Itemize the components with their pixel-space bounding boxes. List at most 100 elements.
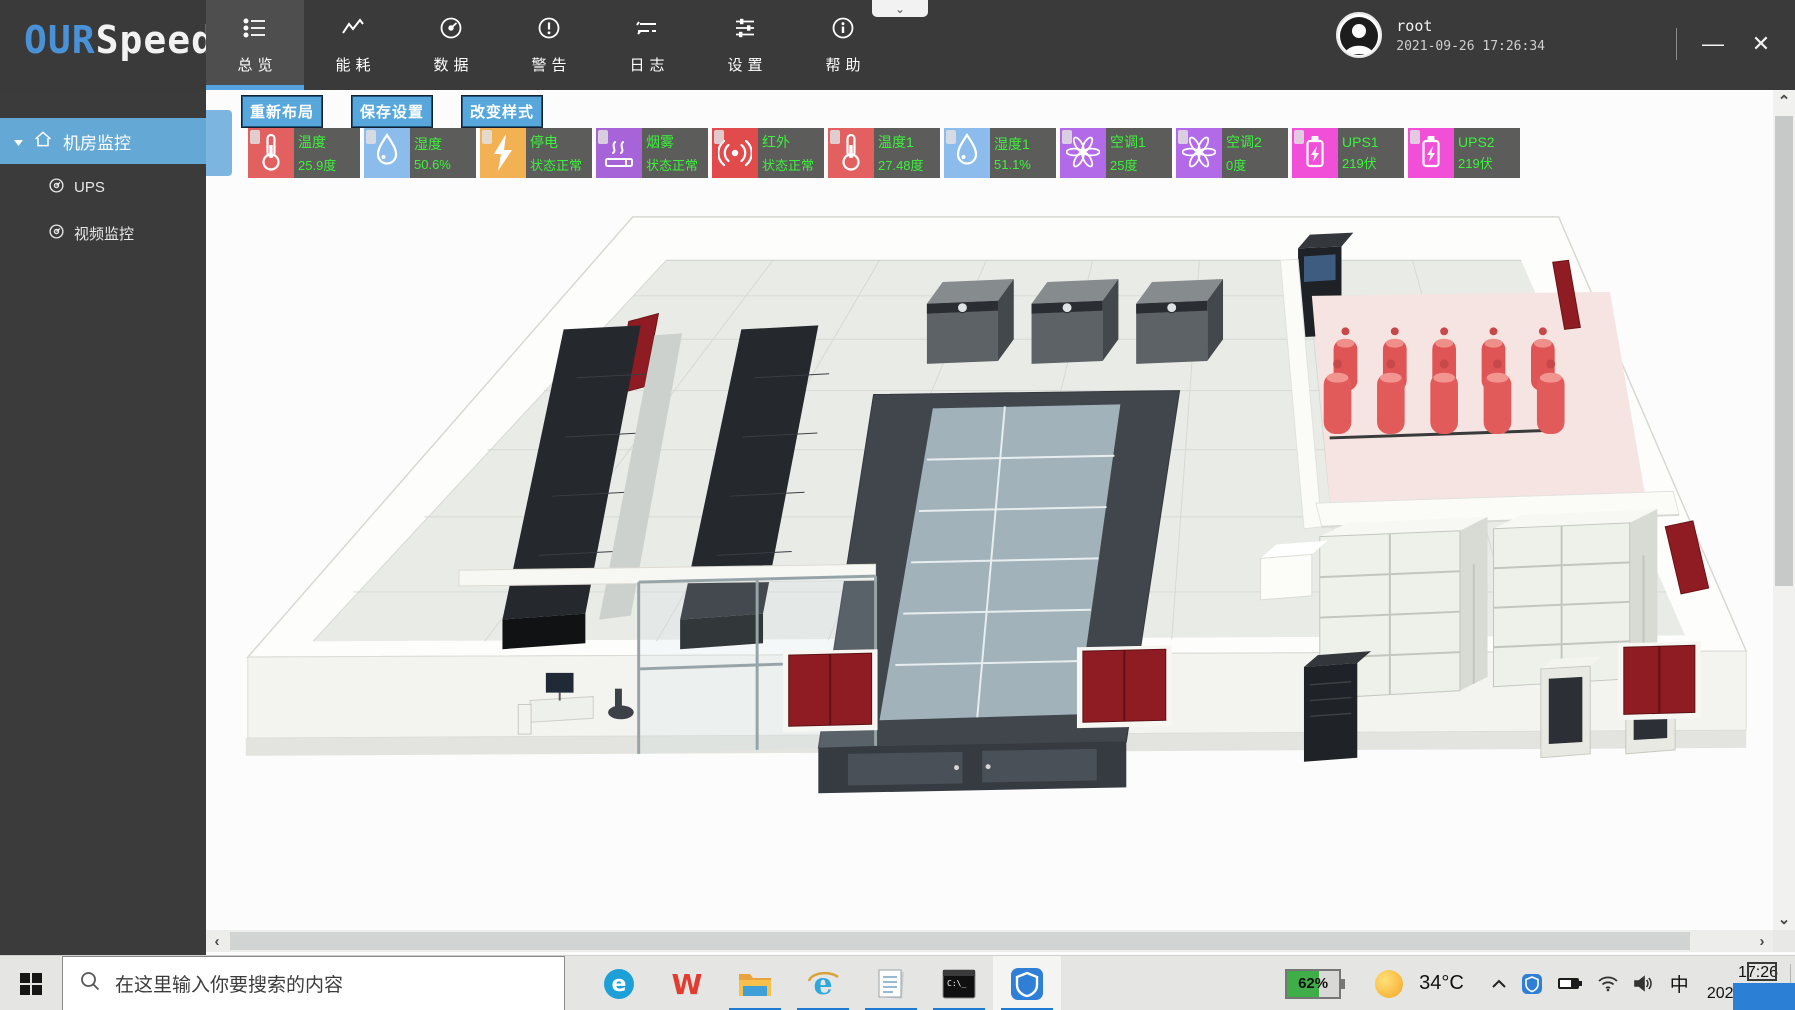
- log-icon: [634, 15, 660, 46]
- sensor-label: 烟雾: [646, 132, 708, 152]
- tab-overview[interactable]: 总览: [206, 0, 304, 90]
- sensor-value: 0度: [1226, 155, 1288, 174]
- sensor-badge-humidity[interactable]: 湿度50.6%: [364, 128, 476, 178]
- horizontal-scroll-thumb[interactable]: [230, 932, 1690, 950]
- svg-text:e: e: [612, 972, 627, 997]
- internet-explorer-icon[interactable]: e: [789, 956, 857, 1010]
- start-button[interactable]: [0, 956, 62, 1010]
- sensor-panel: 湿度151.1%: [990, 128, 1056, 178]
- scroll-down-icon[interactable]: ⌄: [1773, 908, 1795, 930]
- sensor-badge-ac1[interactable]: 空调125度: [1060, 128, 1172, 178]
- sensor-value: 27.48度: [878, 155, 940, 174]
- tab-data[interactable]: 数据: [402, 0, 500, 90]
- tab-settings[interactable]: 设置: [696, 0, 794, 90]
- sensor-value: 状态正常: [762, 155, 824, 174]
- thermometer-icon: [828, 128, 874, 178]
- sidebar-item-ups[interactable]: UPS: [0, 164, 206, 210]
- tray-expand-chevron-icon[interactable]: [1491, 978, 1507, 990]
- tab-energy[interactable]: 能耗: [304, 0, 402, 90]
- battery-percent-indicator[interactable]: 62%: [1285, 969, 1341, 999]
- sensor-badge-ac2[interactable]: 空调20度: [1176, 128, 1288, 178]
- sensor-badge-ups2[interactable]: UPS2 219伏: [1408, 128, 1520, 178]
- tab-alert[interactable]: 警告: [500, 0, 598, 90]
- water-drop-icon: [944, 128, 990, 178]
- tab-label: 设置: [727, 54, 767, 75]
- tab-label: 警告: [531, 54, 571, 75]
- sensor-tag: [946, 130, 956, 144]
- title-bar: OURSpeed 总览 能耗 数据 警告 日志 设置 帮助: [0, 0, 1795, 90]
- svg-text:C:\_: C:\_: [947, 979, 966, 988]
- sensor-value: 25度: [1110, 155, 1172, 174]
- infrared-icon: [712, 128, 758, 178]
- file-explorer-icon[interactable]: [721, 956, 789, 1010]
- ime-indicator[interactable]: 中: [1670, 970, 1689, 997]
- sensor-label: 空调1: [1110, 132, 1172, 152]
- vertical-scroll-thumb[interactable]: [1775, 116, 1793, 586]
- sensor-tag: [830, 130, 840, 144]
- scroll-left-icon[interactable]: ‹: [206, 930, 228, 952]
- weather-temp-label[interactable]: 34°C: [1419, 972, 1464, 995]
- sensor-value: 219伏: [1458, 153, 1520, 172]
- sensor-value: 状态正常: [530, 155, 592, 174]
- app-logo: OURSpeed: [24, 18, 215, 62]
- tab-log[interactable]: 日志: [598, 0, 696, 90]
- relayout-button[interactable]: 重新布局: [242, 96, 322, 127]
- taskbar-app-icons: e W e C:\_: [585, 956, 1061, 1010]
- sensor-value: 25.9度: [298, 155, 360, 174]
- fan-icon: [1060, 128, 1106, 178]
- command-prompt-icon[interactable]: C:\_: [925, 956, 993, 1010]
- wps-office-icon[interactable]: W: [653, 956, 721, 1010]
- sensor-badge-smoke[interactable]: 烟雾状态正常: [596, 128, 708, 178]
- sensor-panel: 红外状态正常: [758, 128, 824, 178]
- scroll-up-icon[interactable]: ⌃: [1773, 90, 1795, 112]
- sensor-badge-ups1[interactable]: UPS1219伏: [1292, 128, 1404, 178]
- notepad-icon[interactable]: [857, 956, 925, 1010]
- sidebar-item-video-monitoring[interactable]: 视频监控: [0, 210, 206, 256]
- tray-shield-icon[interactable]: [1521, 973, 1543, 995]
- avatar[interactable]: [1336, 12, 1382, 58]
- save-settings-button[interactable]: 保存设置: [352, 96, 432, 127]
- sensor-label: 湿度: [414, 134, 476, 154]
- weather-sun-icon[interactable]: [1375, 970, 1403, 998]
- window-controls-divider: [1676, 28, 1677, 60]
- horizontal-scrollbar[interactable]: ‹ ›: [206, 930, 1773, 952]
- taskbar-search[interactable]: 在这里输入你要搜索的内容: [62, 956, 565, 1010]
- minimize-button[interactable]: —: [1693, 24, 1733, 64]
- battery-icon: [1408, 128, 1454, 178]
- sensor-value: 51.1%: [994, 157, 1056, 172]
- sensor-badge-power-failure[interactable]: 停电状态正常: [480, 128, 592, 178]
- tray-battery-icon[interactable]: [1557, 976, 1583, 991]
- sidebar-item-label: 视频监控: [74, 223, 134, 244]
- scene-toolbar: 重新布局 保存设置 改变样式: [242, 96, 542, 127]
- sliders-icon: [732, 15, 758, 46]
- sidebar-group-room-monitoring[interactable]: 机房监控: [0, 118, 206, 164]
- close-button[interactable]: ✕: [1741, 24, 1781, 64]
- change-style-button[interactable]: 改变样式: [462, 96, 542, 127]
- speaker-icon[interactable]: [1633, 975, 1653, 992]
- sensor-badge-infrared[interactable]: 红外状态正常: [712, 128, 824, 178]
- sensor-label: UPS2: [1458, 134, 1520, 150]
- sensor-badge-partial: [206, 110, 232, 176]
- wifi-icon[interactable]: [1597, 975, 1619, 992]
- scroll-right-icon[interactable]: ›: [1751, 930, 1773, 952]
- sensor-label: 温度1: [878, 132, 940, 152]
- sensor-panel: 湿度50.6%: [410, 128, 476, 178]
- browser-e-icon[interactable]: e: [585, 956, 653, 1010]
- sensor-tag: [482, 130, 492, 144]
- sensor-label: 停电: [530, 132, 592, 152]
- sensor-tag: [714, 130, 724, 144]
- sensor-badge-humidity1[interactable]: 湿度151.1%: [944, 128, 1056, 178]
- room-3d-view[interactable]: [228, 205, 1764, 817]
- smoke-icon: [596, 128, 642, 178]
- collapse-panel-button[interactable]: ⌄: [872, 0, 928, 17]
- vertical-scrollbar[interactable]: ⌃ ⌄: [1773, 90, 1795, 930]
- sensor-badge-temperature[interactable]: 温度25.9度: [248, 128, 360, 178]
- user-name: root: [1396, 17, 1545, 35]
- close-icon: ✕: [1752, 31, 1770, 57]
- sensor-label: UPS1: [1342, 134, 1404, 150]
- tab-label: 日志: [629, 54, 669, 75]
- sensor-badge-temperature1[interactable]: 温度1 27.48度: [828, 128, 940, 178]
- monitoring-app-icon[interactable]: [993, 956, 1061, 1010]
- user-info: root 2021-09-26 17:26:34: [1396, 17, 1545, 54]
- blue-popup-sliver: [1733, 983, 1795, 1010]
